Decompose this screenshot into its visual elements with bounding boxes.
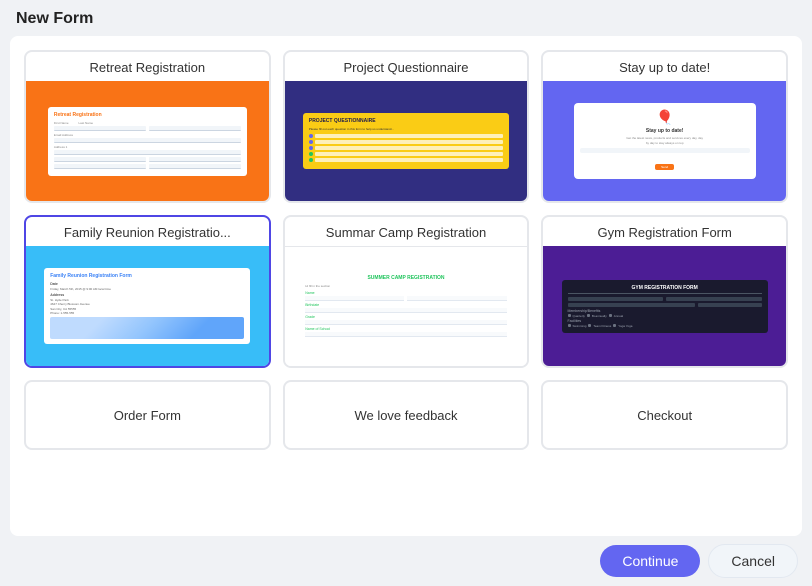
- card-label: Stay up to date!: [543, 52, 786, 81]
- card-retreat-registration[interactable]: Retreat Registration Retreat Registratio…: [24, 50, 271, 203]
- main-container: Retreat Registration Retreat Registratio…: [10, 36, 802, 536]
- card-summer-camp-registration[interactable]: Summar Camp Registration SUMMER CAMP REG…: [283, 215, 530, 368]
- card-label: Gym Registration Form: [543, 217, 786, 246]
- footer: Continue Cancel: [0, 536, 812, 586]
- bottom-card-label: We love feedback: [354, 408, 457, 423]
- card-preview-gym: GYM REGISTRATION FORM Membership/Benefit…: [543, 246, 786, 366]
- card-we-love-feedback[interactable]: We love feedback: [283, 380, 530, 450]
- card-preview-stayuptodate: 🎈 Stay up to date! Get the latest news, …: [543, 81, 786, 201]
- card-label: Project Questionnaire: [285, 52, 528, 81]
- card-family-reunion-registration[interactable]: Family Reunion Registratio... Family Reu…: [24, 215, 271, 368]
- bottom-row: Order Form We love feedback Checkout: [24, 380, 788, 450]
- card-gym-registration-form[interactable]: Gym Registration Form GYM REGISTRATION F…: [541, 215, 788, 368]
- card-order-form[interactable]: Order Form: [24, 380, 271, 450]
- card-preview-retreat: Retreat Registration First Name Last Nam…: [26, 81, 269, 201]
- card-checkout[interactable]: Checkout: [541, 380, 788, 450]
- card-label: Summar Camp Registration: [285, 217, 528, 246]
- continue-button[interactable]: Continue: [600, 545, 700, 577]
- cancel-button[interactable]: Cancel: [708, 544, 798, 578]
- card-label: Family Reunion Registratio...: [26, 217, 269, 246]
- card-preview-family: Family Reunion Registration Form Date Fr…: [26, 246, 269, 366]
- card-stay-up-to-date[interactable]: Stay up to date! 🎈 Stay up to date! Get …: [541, 50, 788, 203]
- bottom-card-label: Order Form: [114, 408, 181, 423]
- card-preview-summercamp: SUMMER CAMP REGISTRATION Hi fill in the …: [285, 246, 528, 366]
- page-header: New Form: [0, 0, 812, 36]
- bottom-card-label: Checkout: [637, 408, 692, 423]
- card-label: Retreat Registration: [26, 52, 269, 81]
- card-preview-project: PROJECT QUESTIONNAIRE Please fill out ea…: [285, 81, 528, 201]
- card-project-questionnaire[interactable]: Project Questionnaire PROJECT QUESTIONNA…: [283, 50, 530, 203]
- template-grid: Retreat Registration Retreat Registratio…: [24, 50, 788, 368]
- page-title: New Form: [16, 10, 93, 27]
